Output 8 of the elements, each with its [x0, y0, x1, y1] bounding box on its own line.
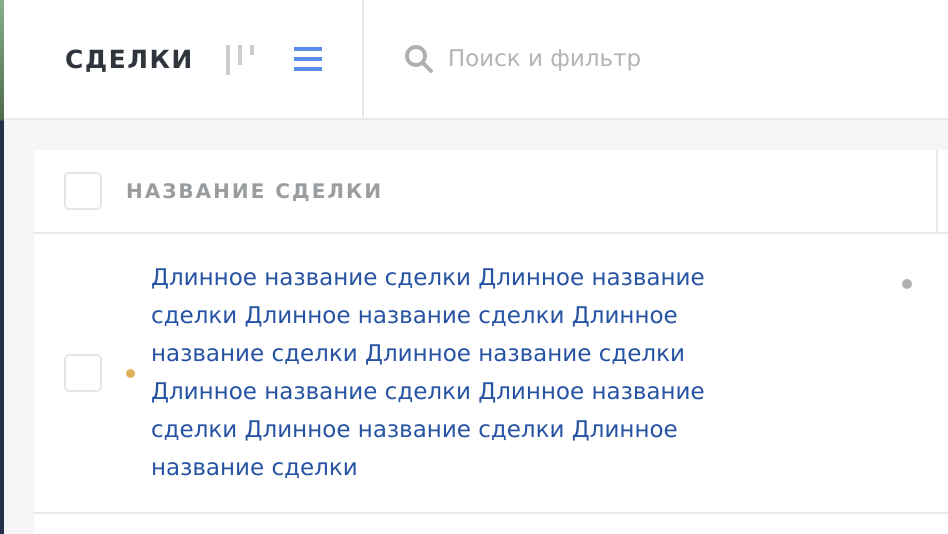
search-field[interactable]: Поиск и фильтр: [446, 45, 850, 73]
deal-name-link[interactable]: Длинное название сделки Длинное название сделки Длинное название сделки Длинное название сделки Длинное название сделки Длинное название сделки Длинное название сделки Длинное название сделки Длинное название сделки: [151, 259, 751, 487]
page-title: СДЕЛКИ: [65, 44, 194, 74]
indicator-dot: [902, 279, 912, 289]
row-checkbox[interactable]: [64, 354, 102, 392]
select-all-checkbox[interactable]: [64, 172, 102, 210]
pipeline-view-button[interactable]: [226, 43, 254, 75]
search-icon: [404, 44, 434, 74]
